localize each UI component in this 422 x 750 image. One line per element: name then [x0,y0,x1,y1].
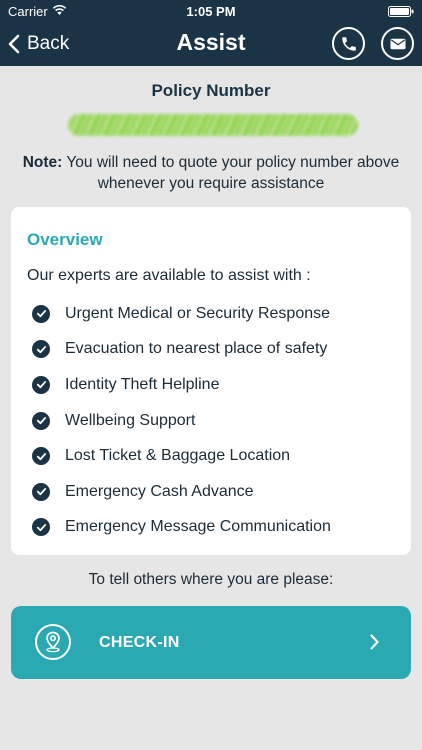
status-bar: Carrier 1:05 PM [0,0,422,22]
list-item: Urgent Medical or Security Response [27,296,397,332]
checkmark-icon [32,304,50,323]
policy-note: Note: You will need to quote your policy… [20,152,402,194]
chevron-right-icon [370,634,379,650]
checkmark-icon [32,518,50,537]
checkmark-icon [32,340,50,359]
header-bar: Carrier 1:05 PM Back Assist [0,0,422,66]
list-item-label: Emergency Message Communication [65,518,331,536]
list-item-label: Emergency Cash Advance [65,482,254,500]
call-button[interactable] [332,27,365,60]
list-item: Lost Ticket & Baggage Location [27,438,397,474]
email-button[interactable] [381,27,414,60]
note-text: You will need to quote your policy numbe… [62,154,400,192]
list-item: Emergency Message Communication [27,510,397,546]
list-item-label: Evacuation to nearest place of safety [65,340,328,358]
checkmark-icon [32,447,50,466]
overview-intro: Our experts are available to assist with… [27,267,311,284]
assistance-list: Urgent Medical or Security Response Evac… [27,296,397,545]
status-time: 1:05 PM [186,4,236,19]
location-pin-icon [35,624,71,660]
list-item: Identity Theft Helpline [27,367,397,403]
phone-icon [341,36,356,51]
list-item: Evacuation to nearest place of safety [27,332,397,368]
checkmark-icon [32,482,50,501]
list-item-label: Wellbeing Support [65,411,196,429]
list-item: Emergency Cash Advance [27,474,397,510]
battery-icon [388,6,414,17]
policy-number-title: Policy Number [151,81,271,100]
list-item-label: Identity Theft Helpline [65,375,220,393]
list-item-label: Urgent Medical or Security Response [65,304,331,322]
note-label: Note: [22,154,63,171]
overview-card: Overview Our experts are available to as… [11,207,411,555]
checkin-label: CHECK-IN [99,634,180,651]
list-item-label: Lost Ticket & Baggage Location [65,447,291,465]
policy-number-redacted [68,114,358,136]
checkmark-icon [32,375,50,394]
envelope-icon [390,38,405,49]
list-item: Wellbeing Support [27,403,397,439]
overview-title: Overview [27,230,103,249]
checkmark-icon [32,411,50,430]
checkin-button[interactable]: CHECK-IN [11,606,411,679]
checkin-prompt: To tell others where you are please: [88,571,334,588]
